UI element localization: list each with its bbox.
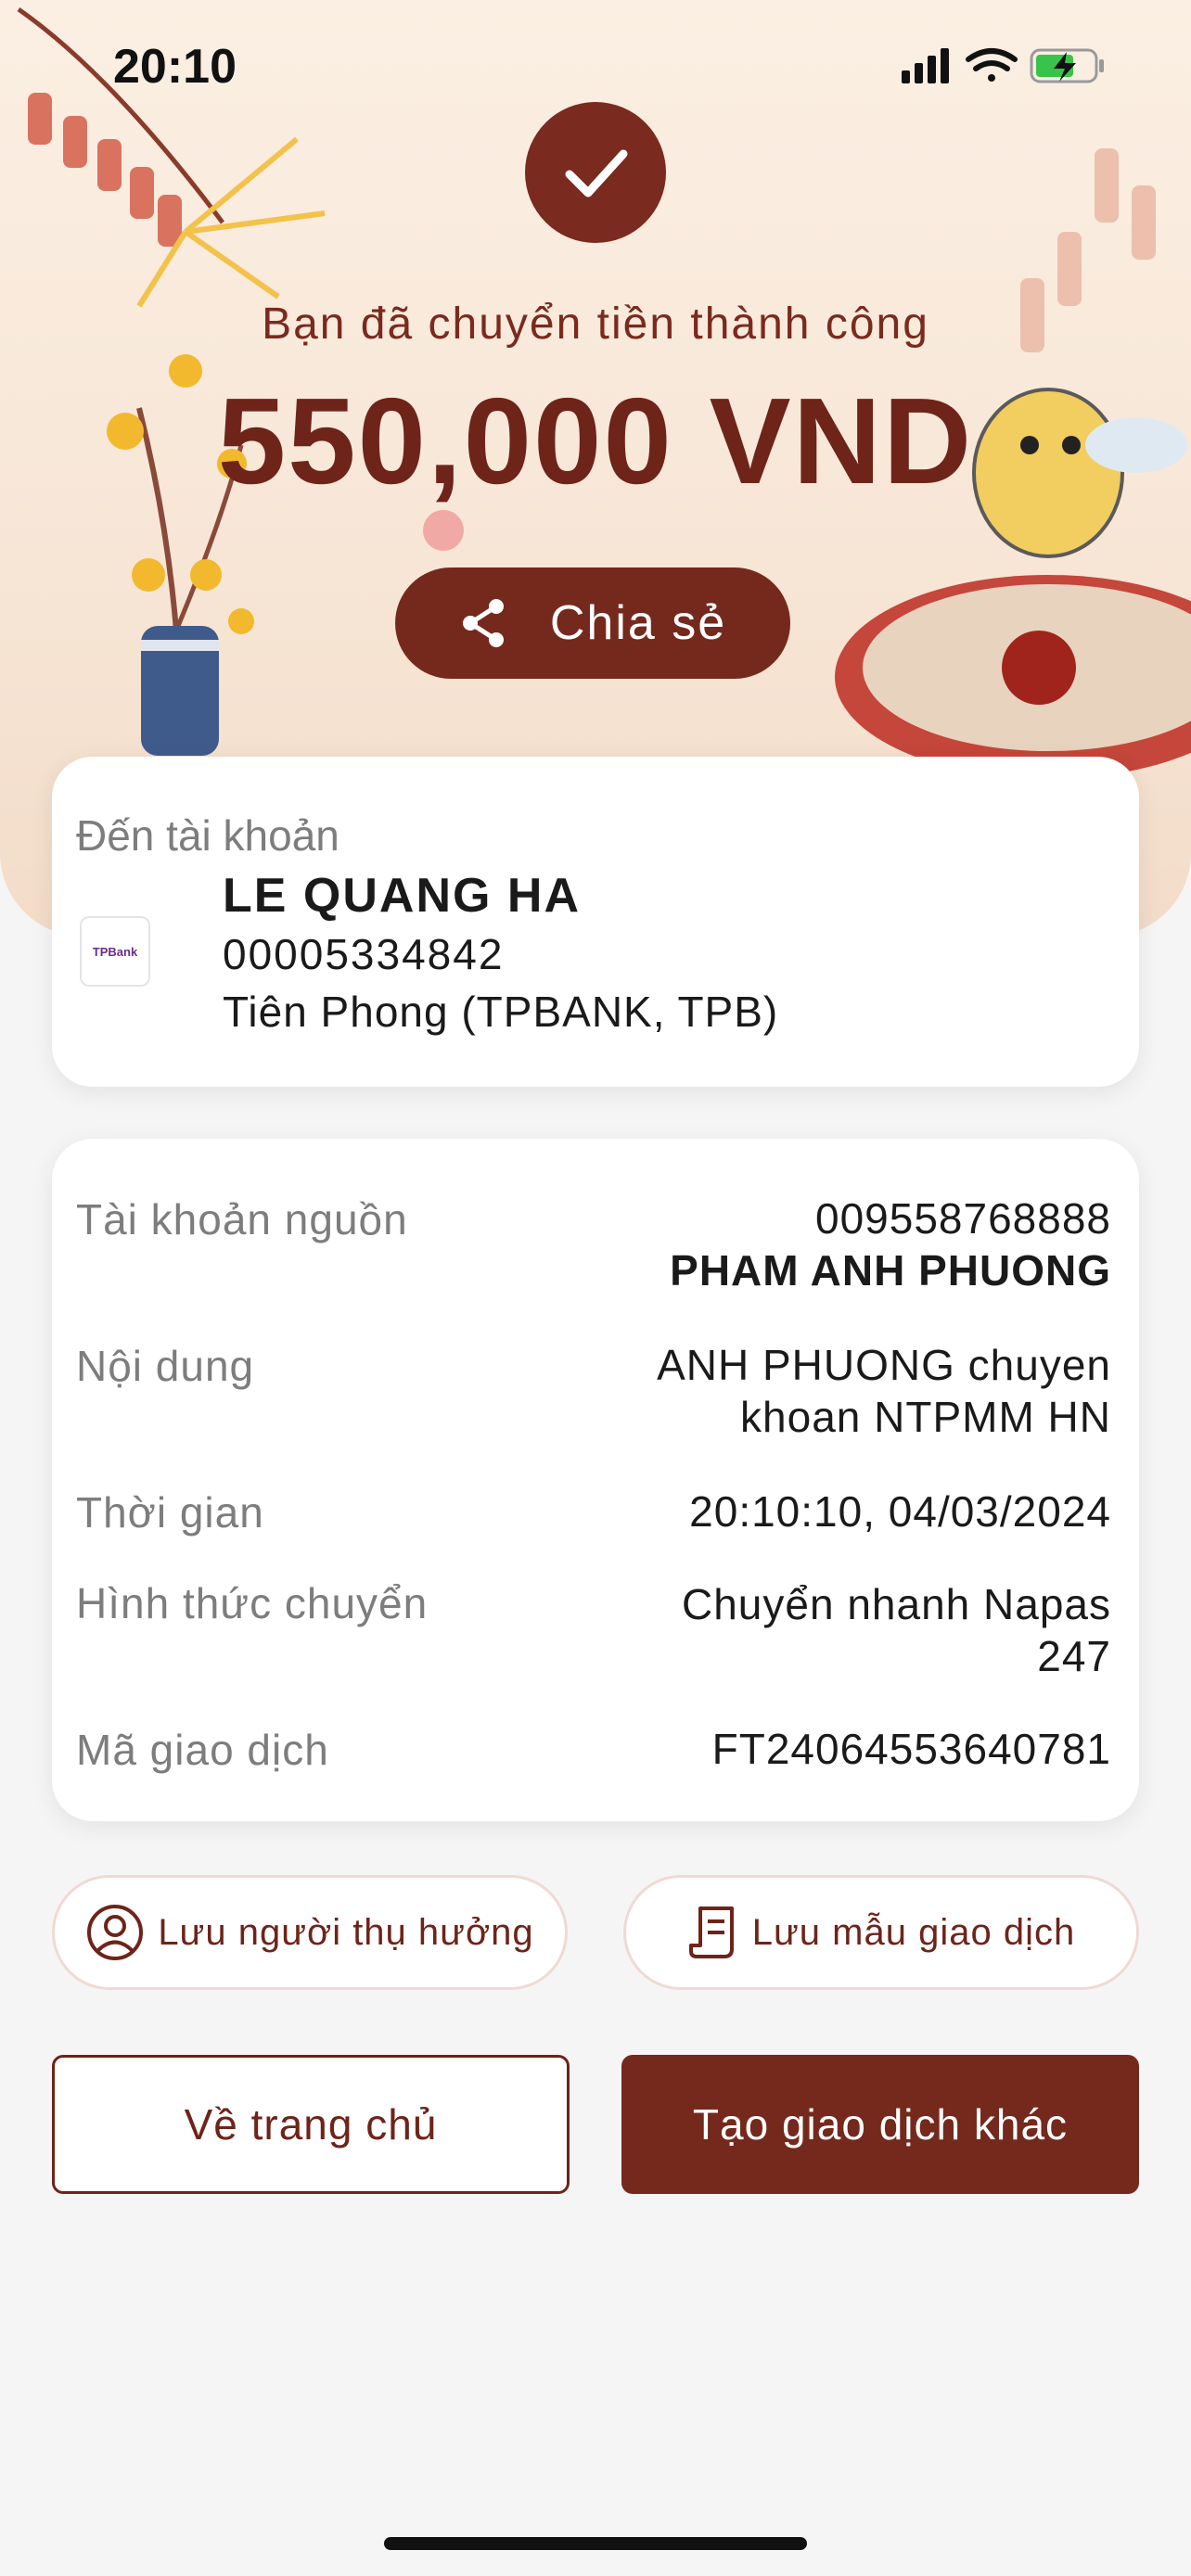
home-button[interactable]: Về trang chủ	[52, 2055, 570, 2194]
method-label: Hình thức chuyển	[76, 1579, 429, 1627]
method-line-2: 247	[1037, 1632, 1111, 1680]
home-indicator[interactable]	[384, 2537, 807, 2550]
wifi-icon	[966, 48, 1018, 82]
save-template-label: Lưu mẫu giao dịch	[751, 1911, 1076, 1953]
transaction-details-card: Tài khoản nguồn 009558768888 PHAM ANH PH…	[52, 1139, 1139, 1821]
time-value: 20:10:10, 04/03/2024	[689, 1487, 1111, 1536]
source-account-value: 009558768888 PHAM ANH PHUONG	[670, 1192, 1111, 1296]
content-value: ANH PHUONG chuyen khoan NTPMM HN	[657, 1339, 1111, 1443]
transfer-amount: 550,000 VND	[217, 373, 974, 509]
content-line-2: khoan NTPMM HN	[740, 1393, 1111, 1441]
source-account-name: PHAM ANH PHUONG	[670, 1246, 1111, 1294]
battery-icon	[1030, 48, 1104, 83]
new-transaction-label: Tạo giao dịch khác	[692, 2100, 1069, 2149]
save-template-button[interactable]: Lưu mẫu giao dịch	[623, 1875, 1139, 1990]
receipt-icon	[688, 1906, 734, 1958]
share-label: Chia sẻ	[549, 596, 727, 650]
beneficiary-bank: Tiên Phong (TPBANK, TPB)	[223, 988, 779, 1036]
status-icons	[902, 45, 1115, 92]
bank-logo-text: TPBank	[92, 944, 138, 959]
new-transaction-button[interactable]: Tạo giao dịch khác	[621, 2055, 1139, 2194]
bank-logo: TPBank	[80, 916, 150, 987]
user-circle-icon	[87, 1905, 144, 1960]
method-value: Chuyển nhanh Napas 247	[682, 1578, 1111, 1682]
signal-icon	[902, 48, 949, 83]
time-label: Thời gian	[76, 1488, 264, 1537]
destination-card: Đến tài khoản TPBank LE QUANG HA 0000533…	[52, 757, 1139, 1087]
source-account-label: Tài khoản nguồn	[76, 1195, 408, 1243]
home-button-label: Về trang chủ	[184, 2100, 438, 2149]
content-line-1: ANH PHUONG chuyen	[657, 1341, 1111, 1389]
method-line-1: Chuyển nhanh Napas	[682, 1580, 1111, 1628]
save-beneficiary-button[interactable]: Lưu người thụ hưởng	[52, 1875, 568, 1990]
checkmark-icon	[565, 149, 628, 198]
success-check-badge	[525, 102, 666, 243]
beneficiary-name: LE QUANG HA	[223, 869, 581, 923]
beneficiary-account: 00005334842	[223, 930, 505, 978]
status-time: 20:10	[113, 40, 237, 94]
success-message: Bạn đã chuyển tiền thành công	[262, 300, 929, 349]
save-beneficiary-label: Lưu người thụ hưởng	[158, 1911, 534, 1953]
share-button[interactable]: Chia sẻ	[395, 567, 790, 679]
source-account-number: 009558768888	[815, 1194, 1111, 1243]
content-label: Nội dung	[76, 1342, 255, 1390]
transaction-id-label: Mã giao dịch	[76, 1726, 329, 1774]
transaction-id-value: FT24064553640781	[711, 1725, 1111, 1773]
destination-label: Đến tài khoản	[76, 811, 339, 860]
share-icon	[462, 599, 504, 647]
